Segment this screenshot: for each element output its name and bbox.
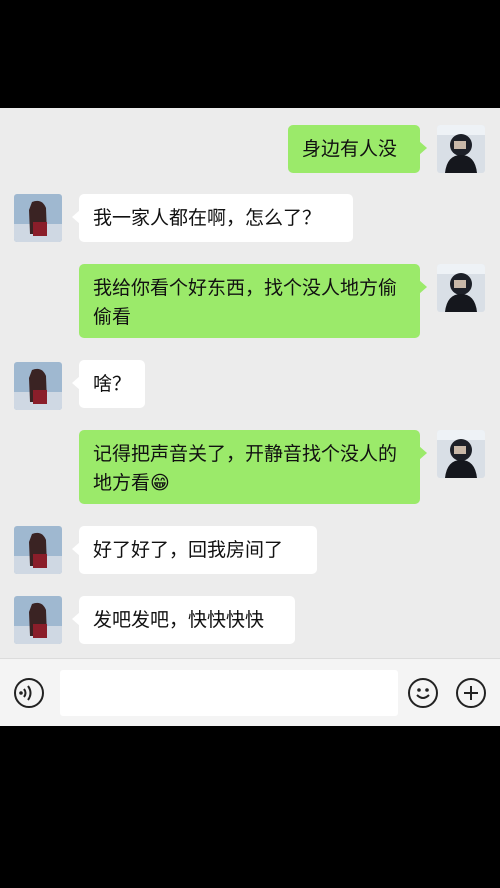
message-bubble[interactable]: 我一家人都在啊，怎么了？: [72, 194, 353, 242]
chat-area[interactable]: 身边有人没 我一家人都在啊，怎么了？ 我给你看个好东西，找个没人地方偷偷看 啥？…: [0, 108, 500, 658]
message-outgoing: 我给你看个好东西，找个没人地方偷偷看: [0, 248, 500, 348]
message-bubble[interactable]: 啥？: [72, 360, 145, 408]
contact-avatar[interactable]: [14, 596, 62, 644]
contact-avatar[interactable]: [14, 194, 62, 242]
input-bar: [0, 658, 500, 726]
my-avatar[interactable]: [437, 125, 485, 173]
message-incoming: 啥？: [0, 348, 500, 418]
message-bubble[interactable]: 发吧发吧，快快快快: [72, 596, 295, 644]
message-bubble[interactable]: 我给你看个好东西，找个没人地方偷偷看: [79, 264, 427, 338]
message-bubble[interactable]: 好了好了，回我房间了: [72, 526, 317, 574]
voice-icon[interactable]: [14, 678, 44, 708]
emoji-icon[interactable]: [408, 678, 438, 708]
my-avatar[interactable]: [437, 430, 485, 478]
message-incoming: 发吧发吧，快快快快: [0, 588, 500, 658]
my-avatar[interactable]: [437, 264, 485, 312]
contact-avatar[interactable]: [14, 526, 62, 574]
plus-icon[interactable]: [456, 678, 486, 708]
message-bubble[interactable]: 记得把声音关了，开静音找个没人的地方看😁: [79, 430, 427, 504]
message-input[interactable]: [60, 670, 398, 716]
message-incoming: 我一家人都在啊，怎么了？: [0, 178, 500, 248]
message-incoming: 好了好了，回我房间了: [0, 518, 500, 588]
message-outgoing: 身边有人没: [0, 108, 500, 178]
message-bubble[interactable]: 身边有人没: [288, 125, 427, 173]
message-outgoing: 记得把声音关了，开静音找个没人的地方看😁: [0, 418, 500, 518]
contact-avatar[interactable]: [14, 362, 62, 410]
